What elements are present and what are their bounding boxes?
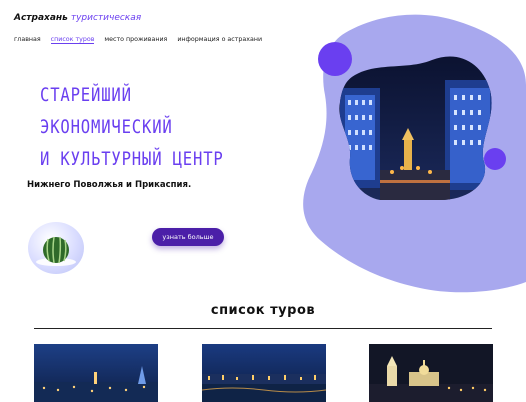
logo-tagline: туристическая (70, 13, 142, 23)
tour-card-1[interactable] (34, 344, 158, 402)
section-divider (34, 328, 492, 329)
nav-item-home[interactable]: главная (14, 36, 41, 44)
learn-more-button[interactable]: узнать больше (152, 228, 224, 246)
tour-image-3 (369, 344, 493, 402)
hero-subtitle: Нижнего Поволжья и Прикаспия. (27, 180, 192, 190)
hero-title-line-3: и культурный центр (40, 148, 224, 170)
tour-card-2[interactable] (202, 344, 326, 402)
nav-item-accommodation[interactable]: место проживания (104, 36, 167, 44)
accent-circle-large (318, 42, 352, 76)
hero-title-line-2: экономический (40, 116, 173, 138)
logo-city: Астрахань (14, 13, 68, 23)
watermelon-image (28, 222, 84, 274)
tour-image-2 (202, 344, 326, 402)
main-nav: главная список туров место проживания ин… (14, 36, 262, 44)
accent-circle-small (484, 148, 506, 170)
nav-item-info[interactable]: информация о астрахани (177, 36, 262, 44)
tours-section-title: список туров (210, 303, 316, 318)
hero-title: Старейший экономический и культурный цен… (40, 79, 224, 175)
hero-title-line-1: Старейший (40, 84, 132, 106)
hero-city-image (339, 56, 492, 200)
tour-card-3[interactable] (369, 344, 493, 402)
nav-item-tours[interactable]: список туров (50, 36, 95, 44)
site-logo[interactable]: Астрахань туристическая (14, 13, 141, 23)
tour-image-1 (34, 344, 158, 402)
